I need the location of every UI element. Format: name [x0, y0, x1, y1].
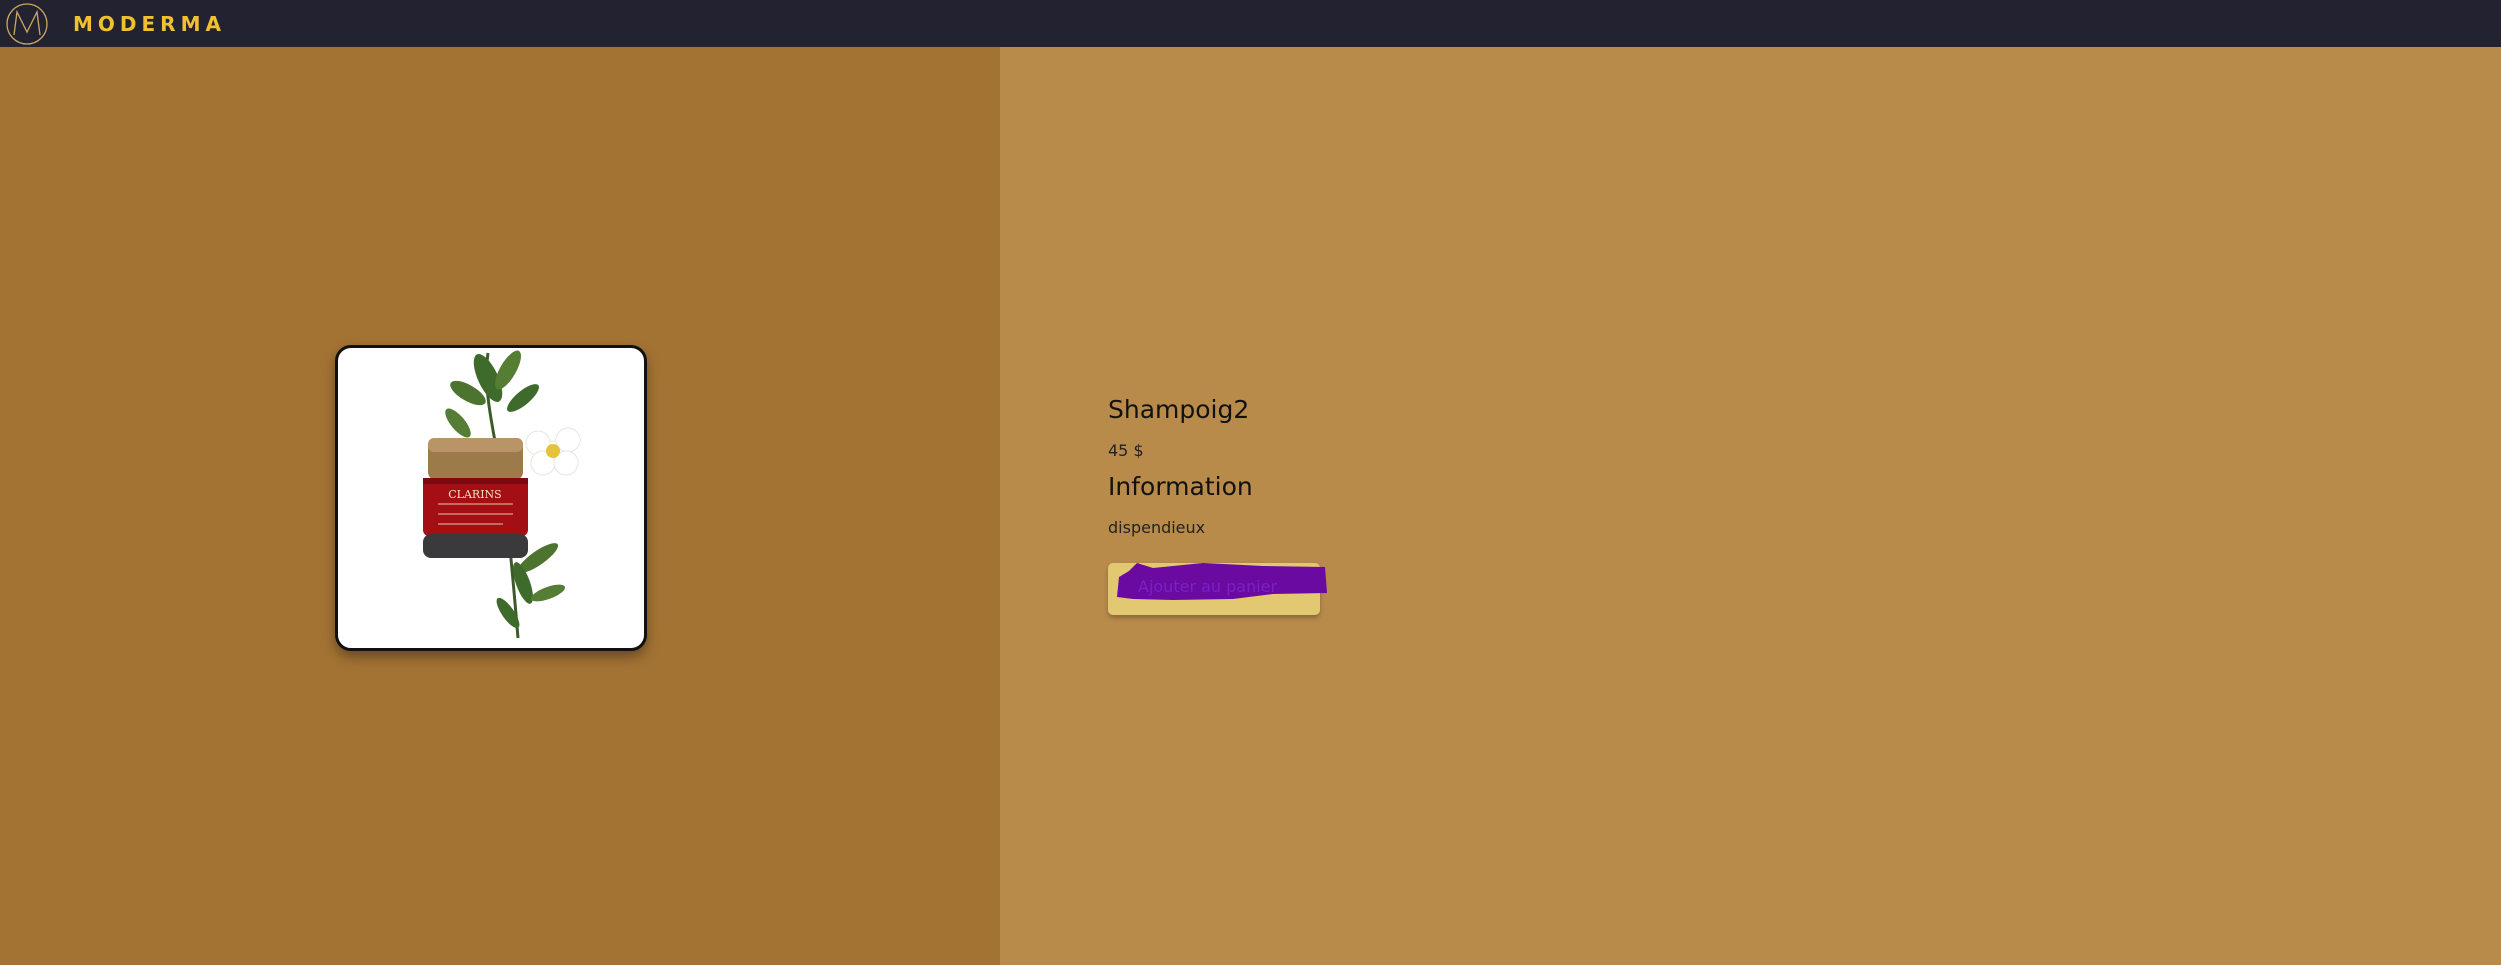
product-image-card: CLARINS [335, 345, 647, 651]
product-info-panel [1000, 47, 2501, 965]
top-navbar: MODERMA [0, 0, 2501, 47]
moderma-logo-icon[interactable] [5, 2, 49, 46]
brand-name[interactable]: MODERMA [73, 12, 226, 36]
product-title: Shampoig2 [1108, 395, 1250, 424]
information-heading: Information [1108, 472, 1253, 501]
add-to-cart-button[interactable]: Ajouter au panier [1108, 563, 1327, 615]
clarins-cream-jar-image: CLARINS [423, 350, 581, 639]
svg-text:CLARINS: CLARINS [448, 488, 501, 501]
product-price: 45 $ [1108, 441, 1144, 460]
information-text: dispendieux [1108, 518, 1206, 537]
add-to-cart-label: Ajouter au panier [1138, 577, 1278, 596]
